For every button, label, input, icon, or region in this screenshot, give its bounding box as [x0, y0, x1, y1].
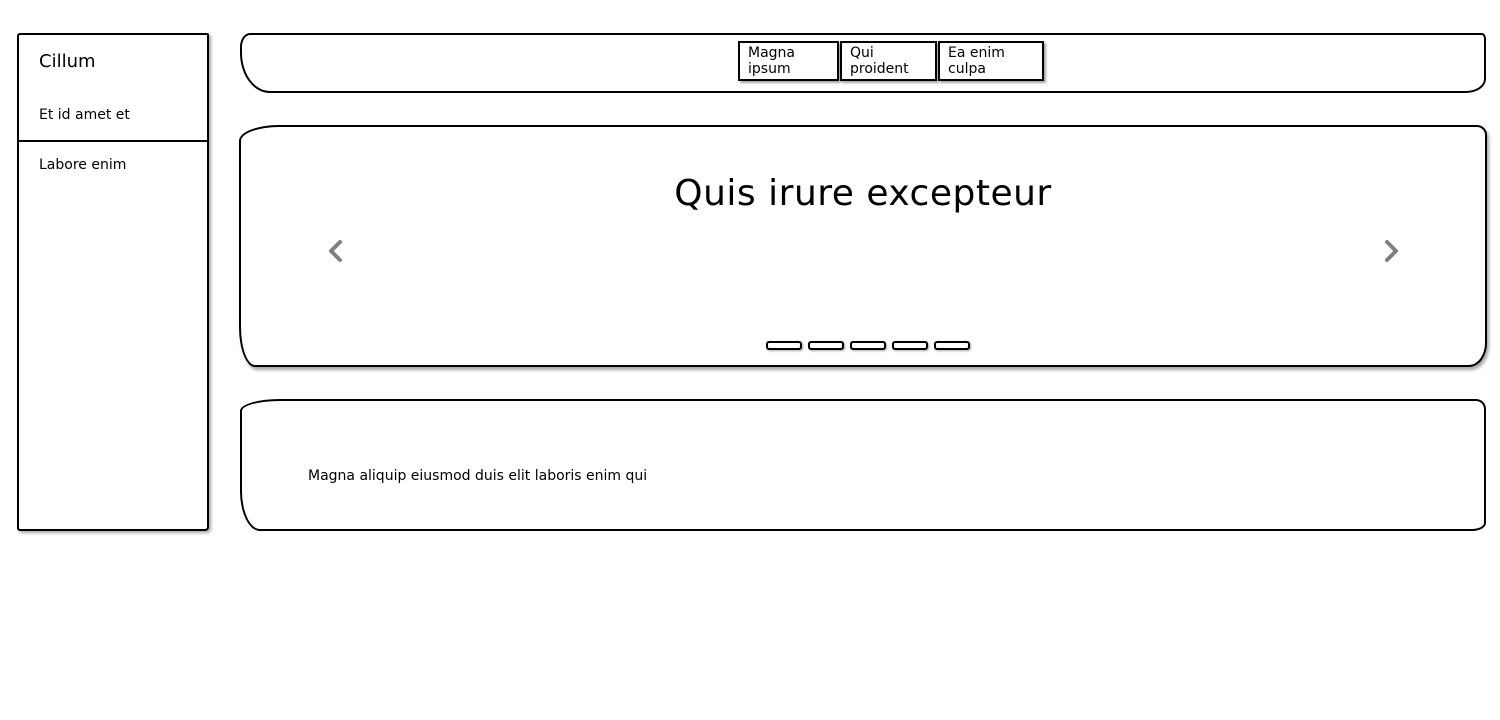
carousel-indicator-4[interactable]: [892, 341, 928, 350]
carousel-indicator-3[interactable]: [850, 341, 886, 350]
carousel-indicator-2[interactable]: [808, 341, 844, 350]
text-panel: Magna aliquip eiusmod duis elit laboris …: [240, 399, 1486, 531]
sidebar: Cillum Et id amet et Labore enim: [17, 33, 209, 531]
top-nav-bar: Magna ipsum Qui proident Ea enim culpa: [240, 33, 1486, 93]
nav-button-group: Magna ipsum Qui proident Ea enim culpa: [738, 41, 1045, 81]
sidebar-divider: [19, 140, 207, 142]
chevron-right-icon[interactable]: [1381, 239, 1401, 263]
carousel-title: Quis irure excepteur: [674, 173, 1052, 214]
sidebar-title: Cillum: [39, 51, 96, 72]
sidebar-item-et-id-amet-et[interactable]: Et id amet et: [39, 107, 130, 123]
panel-text: Magna aliquip eiusmod duis elit laboris …: [308, 468, 648, 484]
nav-button-ea-enim-culpa[interactable]: Ea enim culpa: [938, 41, 1044, 81]
nav-button-magna-ipsum[interactable]: Magna ipsum: [738, 41, 839, 81]
sidebar-item-labore-enim[interactable]: Labore enim: [39, 157, 126, 173]
nav-button-qui-proident[interactable]: Qui proident: [840, 41, 937, 81]
carousel-indicators: [766, 341, 976, 350]
carousel-indicator-5[interactable]: [934, 341, 970, 350]
carousel: Quis irure excepteur: [239, 125, 1487, 367]
chevron-left-icon[interactable]: [326, 239, 346, 263]
carousel-indicator-1[interactable]: [766, 341, 802, 350]
